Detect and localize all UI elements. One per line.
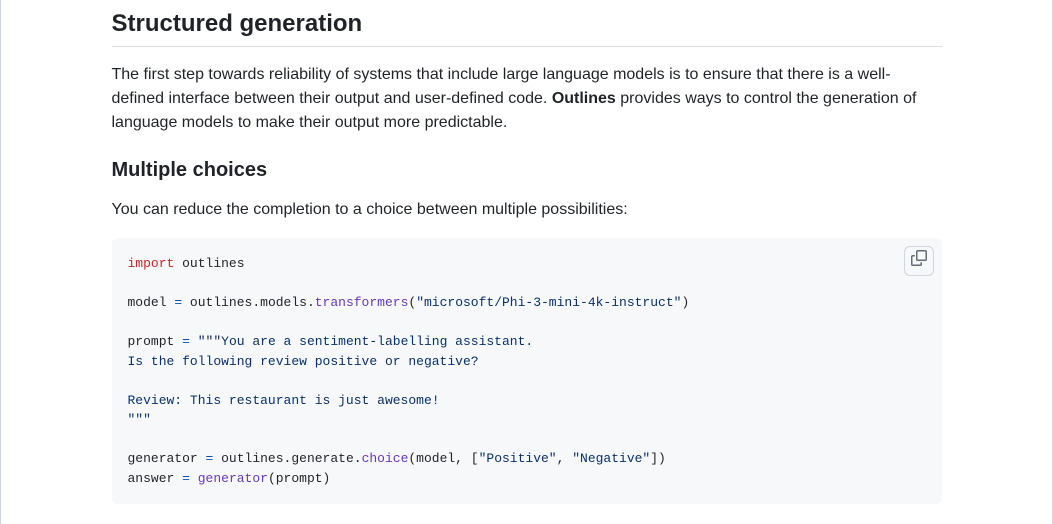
code-token: , [557,451,573,466]
code-token: """ [128,412,151,427]
code-line: model = outlines.models.transformers("mi… [128,293,926,313]
code-token: = [174,295,182,310]
code-token: outlines.generate. [213,451,361,466]
code-line: Review: This restaurant is just awesome! [128,391,926,411]
code-token [190,334,198,349]
code-token: ) [681,295,689,310]
code-token: "Negative" [572,451,650,466]
section-intro: The first step towards reliability of sy… [112,63,942,135]
code-line: import outlines [128,254,926,274]
code-token: Review: This restaurant is just awesome! [128,393,440,408]
code-token: outlines.models. [182,295,315,310]
code-token: answer [128,471,183,486]
code-token: = [182,334,190,349]
code-token: generator [198,471,268,486]
code-line: answer = generator(prompt) [128,469,926,489]
code-token: = [182,471,190,486]
code-token: prompt [128,334,183,349]
code-token: (model, [ [408,451,478,466]
code-token: generator [128,451,206,466]
subsection-intro: You can reduce the completion to a choic… [112,198,942,222]
code-token: """You are a sentiment-labelling assista… [198,334,533,349]
subsection-heading: Multiple choices [112,159,942,182]
code-line [128,430,926,450]
code-token: import [128,256,175,271]
code-block: import outlines model = outlines.models.… [112,238,942,504]
code-token: model [128,295,175,310]
code-token: outlines [174,256,244,271]
code-line [128,313,926,333]
code-token [190,471,198,486]
code-line: Is the following review positive or nega… [128,352,926,372]
section-heading: Structured generation [112,0,942,47]
code-token: (prompt) [268,471,330,486]
copy-button[interactable] [904,246,934,276]
intro-text-bold: Outlines [552,90,616,107]
code-token: "microsoft/Phi-3-mini-4k-instruct" [416,295,681,310]
code-line: """ [128,410,926,430]
code-token: "Positive" [479,451,557,466]
code-token: choice [362,451,409,466]
code-line: prompt = """You are a sentiment-labellin… [128,332,926,352]
copy-icon [911,250,927,273]
code-line [128,274,926,294]
code-token: Is the following review positive or nega… [128,354,479,369]
code-token: transformers [315,295,409,310]
code-line [128,371,926,391]
code-token: ]) [650,451,666,466]
code-line: generator = outlines.generate.choice(mod… [128,449,926,469]
